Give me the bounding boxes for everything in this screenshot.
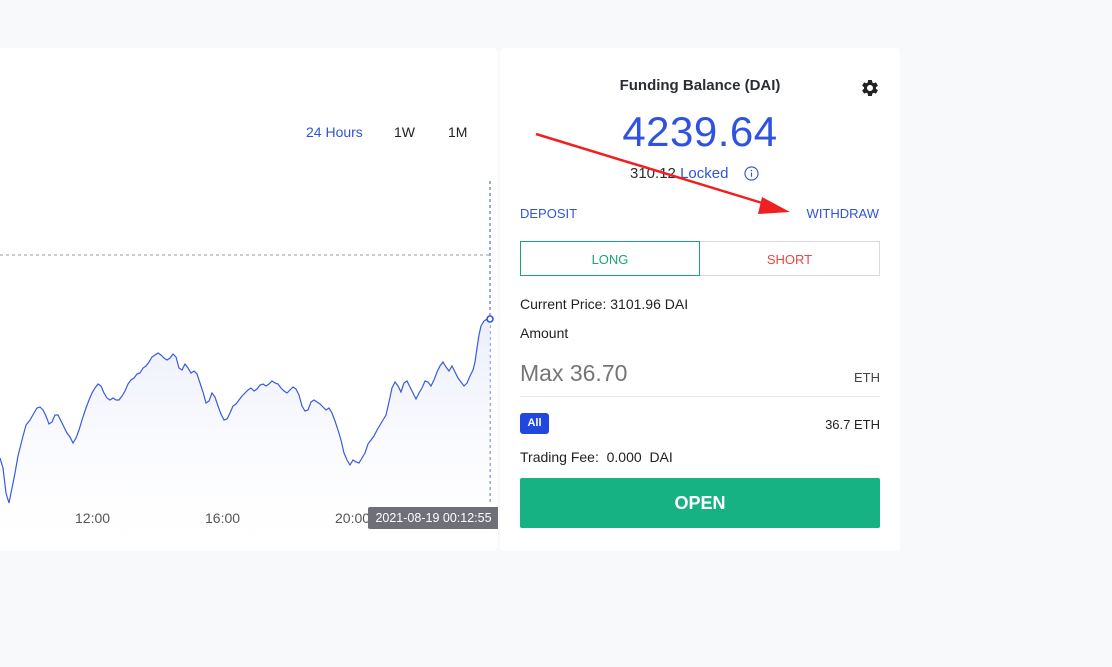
- x-tick-label: 20:00: [335, 510, 371, 526]
- x-tick-label: 16:00: [205, 510, 241, 526]
- amount-divider: [520, 396, 880, 397]
- short-tab[interactable]: SHORT: [700, 241, 880, 276]
- current-price-text: Current Price: 3101.96 DAI: [520, 296, 689, 312]
- price-chart-panel: 24 Hours 1W 1M 12:00 16:00 20:00 2021-08…: [0, 48, 498, 551]
- amount-input[interactable]: [520, 360, 820, 387]
- deposit-link[interactable]: DEPOSIT: [520, 206, 577, 221]
- price-line-chart[interactable]: [0, 48, 498, 551]
- gear-icon[interactable]: [860, 78, 880, 98]
- locked-label: Locked: [680, 165, 729, 182]
- funding-balance-title: Funding Balance (DAI): [619, 77, 781, 94]
- amount-label: Amount: [520, 325, 569, 341]
- current-point-marker: [486, 315, 494, 323]
- all-button[interactable]: All: [520, 413, 549, 434]
- withdraw-link[interactable]: WITHDRAW: [807, 206, 879, 221]
- amount-unit: ETH: [854, 370, 880, 385]
- trade-panel: Funding Balance (DAI) 4239.64 310.12 Loc…: [500, 48, 900, 551]
- funding-balance-value: 4239.64: [622, 108, 778, 155]
- trading-fee-text: Trading Fee: 0.000 DAI: [520, 449, 673, 465]
- max-eth-value: 36.7 ETH: [825, 417, 880, 432]
- long-tab[interactable]: LONG: [520, 241, 700, 276]
- open-button[interactable]: OPEN: [520, 478, 880, 528]
- info-icon[interactable]: [744, 166, 759, 181]
- locked-amount-value: 310.12: [630, 165, 676, 182]
- locked-amount: 310.12 Locked: [630, 165, 728, 182]
- x-tick-label: 12:00: [75, 510, 111, 526]
- crosshair-time-tooltip: 2021-08-19 00:12:55: [368, 507, 498, 529]
